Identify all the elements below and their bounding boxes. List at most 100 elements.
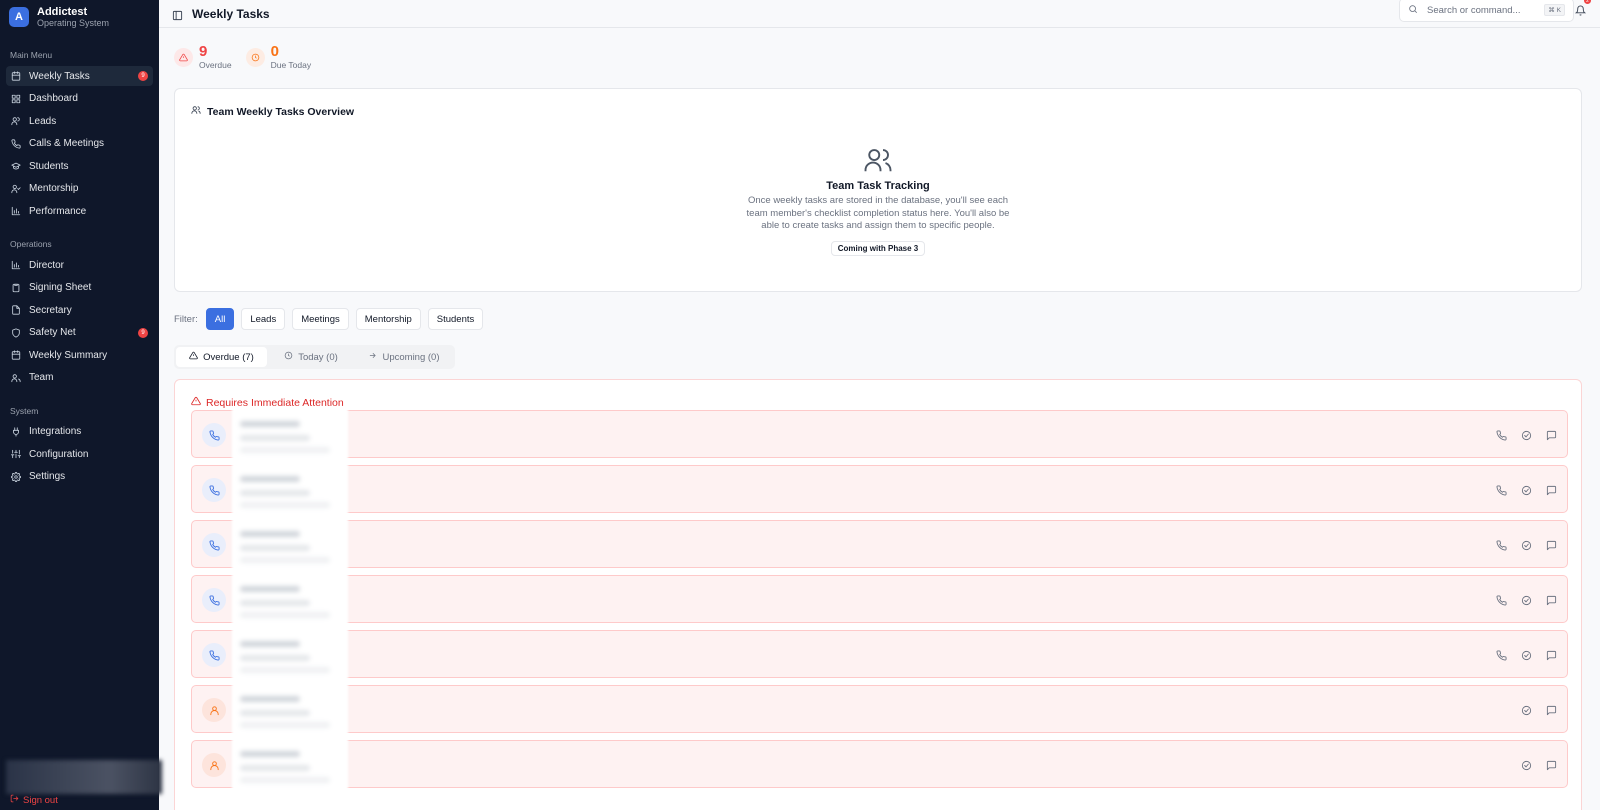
task-actions bbox=[1482, 648, 1557, 661]
empty-state-description: Once weekly tasks are stored in the data… bbox=[746, 195, 1010, 231]
task-actions bbox=[1507, 758, 1557, 771]
call-icon[interactable] bbox=[1496, 428, 1507, 441]
person-icon bbox=[202, 698, 226, 722]
tab-overdue[interactable]: Overdue (7) bbox=[176, 347, 267, 367]
call-icon[interactable] bbox=[1496, 593, 1507, 606]
filter-mentorship[interactable]: Mentorship bbox=[355, 308, 421, 330]
sidebar-item-label: Dashboard bbox=[29, 93, 78, 104]
sidebar-item-calls-and-meetings[interactable]: Calls & Meetings bbox=[6, 134, 153, 154]
stat-overdue-value: 9 bbox=[199, 43, 208, 60]
sidebar-item-label: Weekly Summary bbox=[29, 349, 108, 361]
sidebar-item-settings[interactable]: Settings bbox=[6, 467, 153, 487]
task-row[interactable] bbox=[191, 737, 1568, 793]
sidebar-item-label: Safety Net bbox=[29, 327, 76, 338]
overview-title: Team Weekly Tasks Overview bbox=[191, 105, 354, 118]
check-circle-icon[interactable] bbox=[1521, 483, 1532, 496]
search-input[interactable]: Search or command... ⌘ K bbox=[1399, 0, 1574, 22]
stat-overdue-label: Overdue bbox=[199, 60, 232, 70]
phone-icon bbox=[11, 138, 21, 149]
clipboard-icon bbox=[11, 283, 21, 293]
call-icon[interactable] bbox=[1496, 483, 1507, 496]
sidebar-toggle-icon[interactable] bbox=[172, 8, 183, 21]
sidebar-item-students[interactable]: Students bbox=[6, 156, 153, 176]
overview-title-text: Team Weekly Tasks Overview bbox=[207, 105, 355, 118]
user-check-icon bbox=[11, 184, 21, 194]
sidebar-item-label: Leads bbox=[29, 115, 57, 127]
message-icon[interactable] bbox=[1546, 428, 1557, 441]
sidebar-item-weekly-tasks[interactable]: Weekly Tasks 9 bbox=[6, 66, 153, 86]
alert-triangle-icon bbox=[174, 48, 193, 67]
clock-icon bbox=[284, 351, 298, 363]
check-circle-icon[interactable] bbox=[1521, 758, 1532, 771]
users-icon bbox=[11, 116, 21, 126]
task-actions bbox=[1482, 593, 1557, 606]
task-row[interactable] bbox=[191, 627, 1568, 683]
check-circle-icon[interactable] bbox=[1521, 428, 1532, 441]
message-icon[interactable] bbox=[1546, 703, 1557, 716]
sidebar-item-label: Weekly Tasks bbox=[29, 70, 90, 82]
stat-overdue: 9 Overdue bbox=[174, 44, 232, 71]
message-icon[interactable] bbox=[1546, 593, 1557, 606]
alert-triangle-icon bbox=[189, 351, 203, 363]
bar-chart-icon bbox=[11, 206, 21, 216]
filter-meetings[interactable]: Meetings bbox=[292, 308, 349, 330]
alert-triangle-icon bbox=[191, 396, 206, 409]
redacted-task-details bbox=[232, 462, 348, 518]
sidebar-item-leads[interactable]: Leads bbox=[6, 111, 153, 131]
count-badge: 9 bbox=[138, 71, 148, 81]
sidebar-item-integrations[interactable]: Integrations bbox=[6, 422, 153, 442]
filter-students[interactable]: Students bbox=[427, 308, 484, 330]
check-circle-icon[interactable] bbox=[1521, 593, 1532, 606]
sidebar-item-label: Configuration bbox=[29, 448, 89, 460]
filter-leads[interactable]: Leads bbox=[241, 308, 286, 330]
sidebar-item-label: Director bbox=[29, 259, 65, 271]
sidebar-item-team[interactable]: Team bbox=[6, 368, 153, 388]
check-circle-icon[interactable] bbox=[1521, 648, 1532, 661]
message-icon[interactable] bbox=[1546, 758, 1557, 771]
sidebar-item-signing-sheet[interactable]: Signing Sheet bbox=[6, 278, 153, 298]
redacted-task-details bbox=[232, 517, 348, 573]
clock-icon bbox=[245, 48, 265, 67]
message-icon[interactable] bbox=[1546, 538, 1557, 551]
phone-icon bbox=[202, 478, 226, 502]
sidebar-item-weekly-summary[interactable]: Weekly Summary bbox=[6, 345, 153, 365]
call-icon[interactable] bbox=[1496, 648, 1507, 661]
sidebar-item-safety-net[interactable]: Safety Net 9 bbox=[6, 323, 153, 343]
sidebar-item-performance[interactable]: Performance bbox=[6, 201, 153, 221]
redacted-task-details bbox=[232, 682, 348, 738]
sidebar-item-mentorship[interactable]: Mentorship bbox=[6, 179, 153, 199]
page-title: Weekly Tasks bbox=[192, 6, 270, 21]
sidebar-item-secretary[interactable]: Secretary bbox=[6, 300, 153, 320]
search-placeholder: Search or command... bbox=[1427, 4, 1521, 16]
user-profile-card[interactable] bbox=[6, 760, 162, 794]
tab-upcoming[interactable]: Upcoming (0) bbox=[355, 347, 453, 367]
sign-out-link[interactable]: Sign out bbox=[10, 794, 58, 806]
bell-icon[interactable] bbox=[1574, 3, 1587, 16]
count-badge: 9 bbox=[138, 327, 148, 338]
sidebar-item-director[interactable]: Director bbox=[6, 255, 153, 275]
task-row[interactable] bbox=[191, 572, 1568, 628]
check-circle-icon[interactable] bbox=[1521, 538, 1532, 551]
tab-today-label: Today (0) bbox=[298, 351, 338, 363]
filter-all[interactable]: All bbox=[205, 308, 235, 330]
immediate-attention-card: Requires Immediate Attention bbox=[174, 379, 1582, 810]
dashboard-icon bbox=[11, 94, 21, 104]
sidebar-item-dashboard[interactable]: Dashboard bbox=[6, 89, 153, 109]
message-icon[interactable] bbox=[1546, 483, 1557, 496]
task-row[interactable] bbox=[191, 462, 1568, 518]
task-row[interactable] bbox=[191, 517, 1568, 573]
team-icon bbox=[863, 145, 893, 175]
message-icon[interactable] bbox=[1546, 648, 1557, 661]
task-row[interactable] bbox=[191, 682, 1568, 738]
shield-icon bbox=[11, 327, 21, 338]
tab-today[interactable]: Today (0) bbox=[267, 347, 355, 367]
stat-due-today-label: Due Today bbox=[270, 60, 312, 70]
task-row[interactable] bbox=[191, 407, 1568, 463]
sidebar-item-label: Students bbox=[29, 160, 69, 172]
sidebar-item-configuration[interactable]: Configuration bbox=[6, 444, 153, 464]
brand[interactable]: A Addictest Operating System bbox=[0, 0, 159, 34]
check-circle-icon[interactable] bbox=[1521, 703, 1532, 716]
call-icon[interactable] bbox=[1496, 538, 1507, 551]
task-actions bbox=[1482, 538, 1557, 551]
search-icon bbox=[1408, 1, 1427, 19]
